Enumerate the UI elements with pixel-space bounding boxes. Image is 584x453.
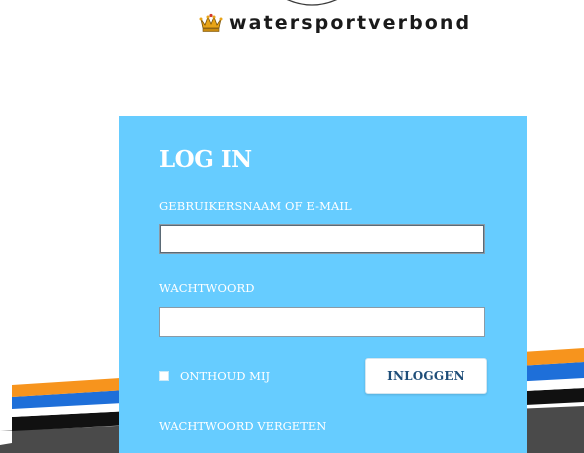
username-input[interactable] xyxy=(159,224,485,254)
crown-icon xyxy=(199,13,223,32)
site-header: watersportverbond xyxy=(0,0,584,60)
brand-name: watersportverbond xyxy=(229,12,472,34)
logo-arc-decoration xyxy=(286,0,338,6)
forgot-password-link[interactable]: WACHTWOORD VERGETEN xyxy=(159,419,326,433)
remember-me-toggle[interactable]: ONTHOUD MIJ xyxy=(159,369,270,383)
password-input[interactable] xyxy=(159,307,485,337)
login-button[interactable]: INLOGGEN xyxy=(365,358,487,394)
brand-logo[interactable]: watersportverbond xyxy=(199,8,471,38)
username-label: GEBRUIKERSNAAM OF E-MAIL xyxy=(159,199,352,213)
remember-me-checkbox[interactable] xyxy=(159,371,169,381)
password-label: WACHTWOORD xyxy=(159,281,255,295)
remember-me-label: ONTHOUD MIJ xyxy=(180,369,271,383)
login-title: LOG IN xyxy=(159,146,252,173)
login-panel: LOG IN GEBRUIKERSNAAM OF E-MAIL WACHTWOO… xyxy=(119,116,527,453)
